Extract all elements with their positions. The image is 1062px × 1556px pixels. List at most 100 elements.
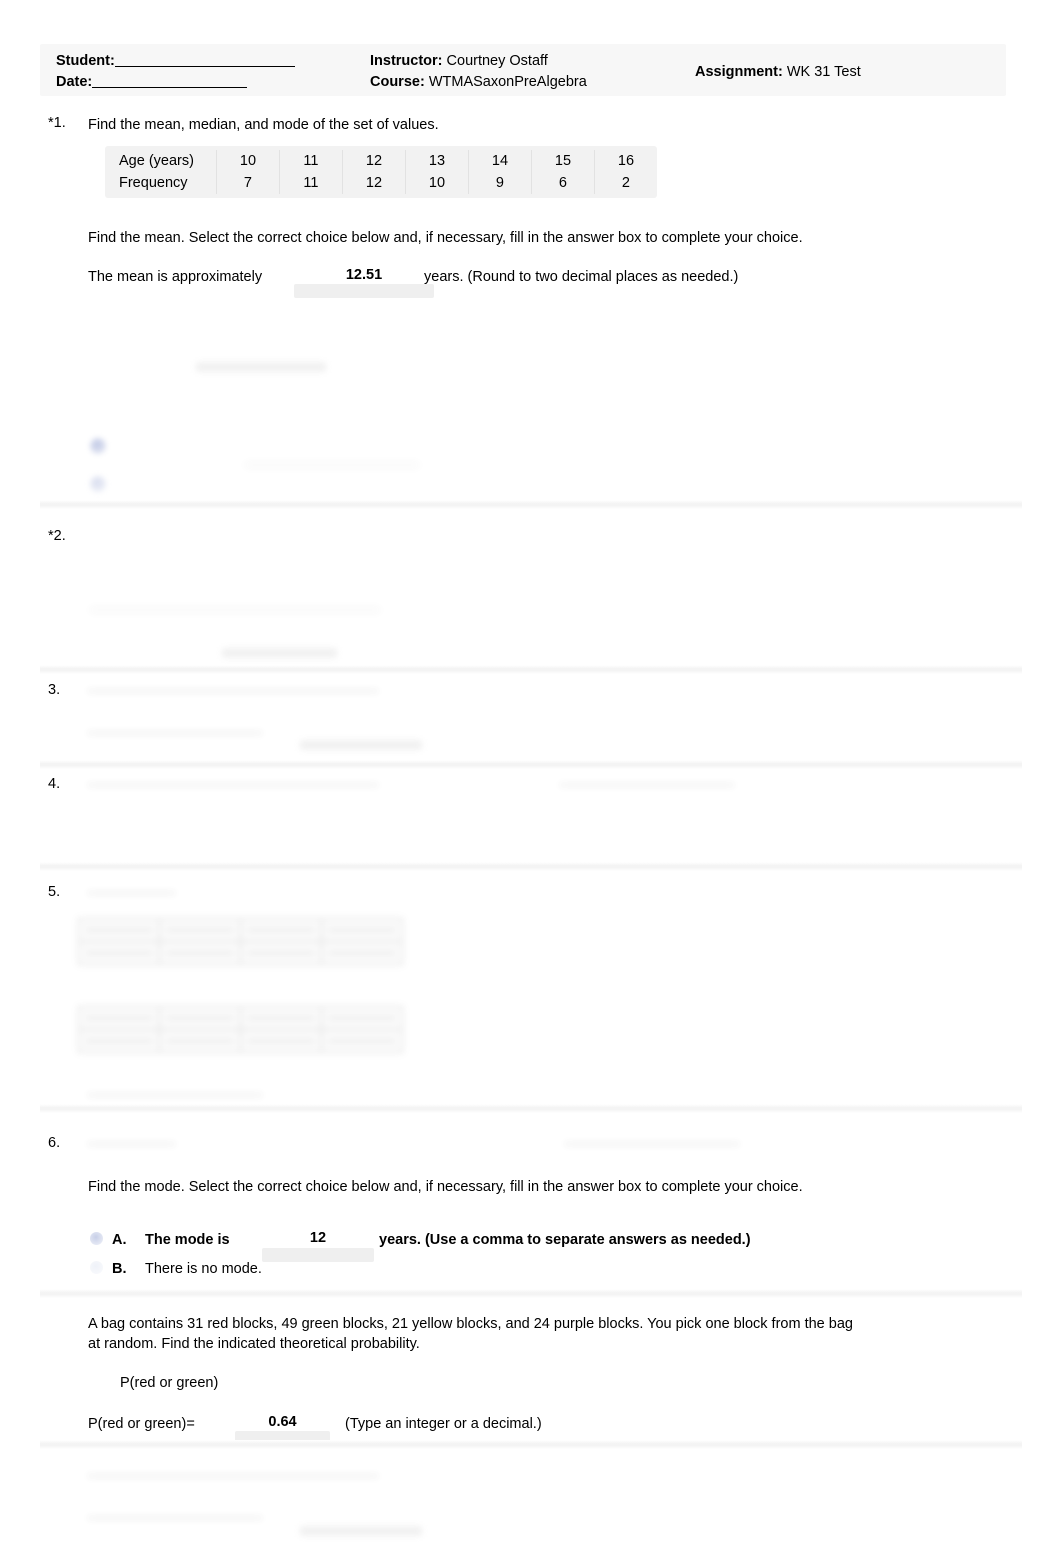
document-header: Student: Date: Instructor: Courtney Osta…	[40, 44, 1006, 96]
question-6-redacted-prompt-left: ——————	[88, 1136, 175, 1152]
header-assignment-block: Assignment: WK 31 Test	[695, 62, 861, 83]
age-cell-5: 15	[531, 150, 595, 172]
question-1-prompt: Find the mean, median, and mode of the s…	[88, 117, 439, 133]
instructor-value: Courtney Ostaff	[446, 53, 548, 69]
divider-1	[40, 500, 1022, 509]
question-1-answer-suffix: years. (Round to two decimal places as n…	[424, 269, 739, 285]
question-2-number: *2.	[48, 528, 66, 544]
frequency-table-grid: Age (years) 10 11 12 13 14 15 16 Frequen…	[105, 150, 657, 194]
freq-cell-6: 2	[621, 175, 630, 191]
row-label-frequency: Frequency	[105, 172, 217, 194]
redacted-radio-icon-1	[90, 438, 106, 454]
redacted-rule-2	[222, 648, 337, 658]
question-6-number: 6.	[48, 1135, 61, 1151]
question-5-redacted-table-1: —————— —————— —————— —————— —————— —————…	[78, 918, 403, 965]
table-row: —————— —————— —————— ——————	[78, 941, 403, 965]
age-cell-2: 12	[342, 150, 406, 172]
divider-4	[40, 862, 1022, 871]
divider-6	[40, 1289, 1022, 1298]
question-4-number: 4.	[48, 776, 61, 792]
header-student-block: Student: Date:	[56, 51, 295, 93]
row-label-age: Age (years)	[105, 150, 217, 172]
radio-button-choice-a[interactable]	[90, 1232, 103, 1245]
question-3-redacted-prompt: ————————————————————	[88, 683, 378, 699]
table-row-age: Age (years) 10 11 12 13 14 15 16	[105, 150, 657, 172]
student-label: Student:	[56, 53, 115, 69]
question-7-answer-value[interactable]: 0.64	[235, 1414, 330, 1430]
question-1-answer-prefix: The mean is approximately	[88, 269, 263, 285]
question-7-prompt-line-1: A bag contains 31 red blocks, 49 green b…	[88, 1316, 853, 1332]
worksheet-page: Student: Date: Instructor: Courtney Osta…	[0, 0, 1062, 1556]
redacted-cell: ——————	[78, 941, 160, 965]
instructor-label: Instructor:	[370, 53, 443, 69]
table-row: —————— —————— —————— ——————	[78, 1029, 403, 1053]
instructor-line: Instructor: Courtney Ostaff	[370, 51, 587, 72]
radio-button-choice-b[interactable]	[90, 1261, 103, 1274]
redacted-cell: ——————	[321, 1029, 403, 1053]
question-1-answer-box[interactable]	[294, 284, 434, 298]
redacted-cell: ——————	[159, 1029, 241, 1053]
divider-2	[40, 665, 1022, 674]
redacted-cell: ——————	[240, 1029, 322, 1053]
date-blank-rule[interactable]	[92, 87, 248, 88]
date-line: Date:	[56, 72, 295, 93]
redacted-cell: ——————	[78, 1006, 160, 1030]
question-2-redacted-body: ————————————————————	[90, 602, 380, 618]
redacted-cell: ——————	[159, 918, 241, 942]
freq-cell-4: 9	[468, 172, 532, 194]
bottom-redacted-line-1: ————————————————————	[88, 1468, 378, 1484]
assignment-line: Assignment: WK 31 Test	[695, 62, 861, 83]
question-3-redacted-answer: ————————————	[88, 725, 262, 741]
question-5-redacted-caption: ————————————	[88, 1087, 262, 1103]
redacted-cell: ——————	[321, 918, 403, 942]
choice-a-text-after: years. (Use a comma to separate answers …	[379, 1232, 751, 1248]
question-1-number: *1.	[48, 115, 66, 131]
divider-3	[40, 760, 1022, 769]
age-cell-6: 16	[617, 153, 635, 169]
freq-cell-2: 12	[342, 172, 406, 194]
freq-cell-3: 10	[405, 172, 469, 194]
redacted-rule-1	[196, 362, 326, 372]
question-5-redacted-table-2: —————— —————— —————— —————— —————— —————…	[78, 1006, 403, 1053]
date-label: Date:	[56, 74, 93, 90]
student-blank-rule[interactable]	[114, 66, 295, 67]
question-3-number: 3.	[48, 682, 61, 698]
redacted-cell: ——————	[159, 941, 241, 965]
freq-cell-1: 11	[279, 172, 343, 194]
question-7-answer-label: P(red or green)=	[88, 1416, 195, 1432]
assignment-value: WK 31 Test	[786, 64, 861, 80]
bottom-redacted-line-2: ————————————	[88, 1510, 262, 1526]
redacted-cell: ——————	[321, 941, 403, 965]
redacted-cell: ——————	[78, 1029, 160, 1053]
choice-a-letter: A.	[112, 1232, 127, 1248]
student-line: Student:	[56, 51, 295, 72]
age-cell-0: 10	[216, 150, 280, 172]
age-cell-1: 11	[279, 150, 343, 172]
choice-a-answer-box[interactable]	[262, 1248, 374, 1262]
question-4-redacted-answer: ————————————	[560, 777, 734, 793]
choice-a-text-before: The mode is	[145, 1232, 230, 1248]
header-course-block: Instructor: Courtney Ostaff Course: WTMA…	[370, 51, 587, 93]
age-cell-3: 13	[405, 150, 469, 172]
course-line: Course: WTMASaxonPreAlgebra	[370, 72, 587, 93]
question-7-answer-note: (Type an integer or a decimal.)	[345, 1416, 542, 1432]
choice-b-letter: B.	[112, 1261, 127, 1277]
redacted-table-grid-1: —————— —————— —————— —————— —————— —————…	[78, 918, 403, 965]
question-6-instruction: Find the mode. Select the correct choice…	[88, 1179, 803, 1195]
question-7-expression: P(red or green)	[120, 1375, 219, 1391]
redacted-cell: ——————	[240, 941, 322, 965]
redacted-text-q1-choice: ————————————	[245, 457, 419, 473]
question-1-answer-value[interactable]: 12.51	[294, 267, 434, 283]
freq-cell-5: 6	[531, 172, 595, 194]
age-cell-4: 14	[468, 150, 532, 172]
divider-7	[40, 1440, 1022, 1449]
assignment-label: Assignment:	[695, 64, 783, 80]
choice-a-answer-value[interactable]: 12	[262, 1230, 374, 1246]
redacted-cell: ——————	[240, 918, 322, 942]
table-row-frequency: Frequency 7 11 12 10 9 6 2	[105, 172, 657, 194]
redacted-table-grid-2: —————— —————— —————— —————— —————— —————…	[78, 1006, 403, 1053]
table-row: —————— —————— —————— ——————	[78, 918, 403, 942]
redacted-radio-icon-2	[90, 476, 106, 492]
redacted-cell: ——————	[78, 918, 160, 942]
question-1-instruction: Find the mean. Select the correct choice…	[88, 230, 803, 246]
